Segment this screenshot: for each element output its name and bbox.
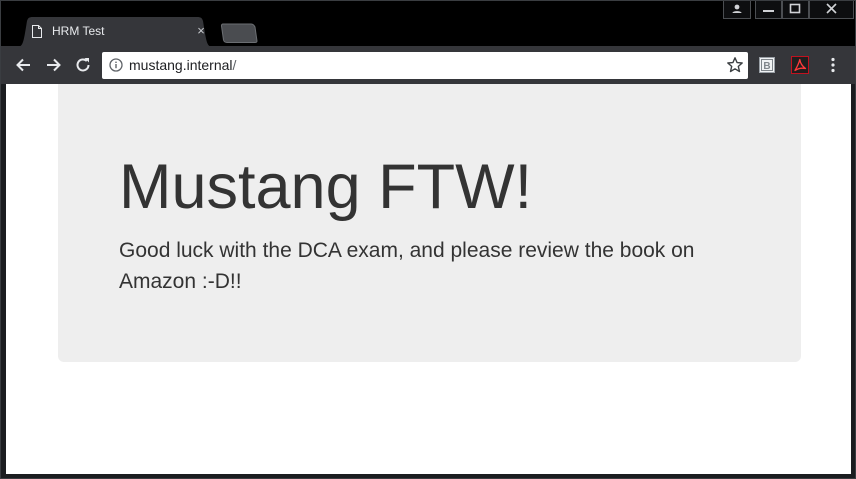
page-message: Good luck with the DCA exam, and please … <box>119 239 695 293</box>
maximize-icon <box>789 3 801 14</box>
star-icon[interactable] <box>726 56 744 74</box>
url-path: / <box>232 57 237 73</box>
info-icon[interactable] <box>109 58 123 72</box>
svg-text:B: B <box>763 61 770 72</box>
new-tab-button[interactable] <box>219 23 259 43</box>
page-icon <box>32 25 42 38</box>
page-heading: Mustang FTW! <box>119 152 533 222</box>
forward-icon[interactable] <box>43 55 63 75</box>
close-icon <box>826 3 837 14</box>
back-icon[interactable] <box>14 55 34 75</box>
close-window-button[interactable] <box>809 1 854 19</box>
tab-active[interactable]: HRM Test × <box>15 17 215 47</box>
profile-button[interactable] <box>723 1 751 19</box>
tab-title: HRM Test <box>52 24 105 38</box>
menu-icon[interactable] <box>824 56 842 74</box>
tab-close-icon[interactable]: × <box>194 24 208 38</box>
url-host: mustang.internal <box>129 57 233 73</box>
reader-extension-icon[interactable]: B <box>758 56 776 74</box>
maximize-button[interactable] <box>782 1 809 19</box>
pdf-extension-icon[interactable] <box>791 56 809 74</box>
address-bar[interactable]: mustang.internal/ <box>102 52 748 79</box>
browser-toolbar: mustang.internal/ B <box>1 46 855 84</box>
profile-icon <box>732 4 742 13</box>
minimize-icon <box>763 10 774 12</box>
jumbotron: Mustang FTW! Good luck with the DCA exam… <box>58 84 801 362</box>
page-viewport: Mustang FTW! Good luck with the DCA exam… <box>6 84 851 474</box>
tab-shape <box>15 17 215 47</box>
tab-strip: HRM Test × <box>1 1 855 47</box>
browser-window: HRM Test × mustang.internal/ B Mustang F… <box>0 0 856 479</box>
reload-icon[interactable] <box>73 55 93 75</box>
minimize-button[interactable] <box>755 1 782 19</box>
url-text[interactable]: mustang.internal/ <box>129 57 236 73</box>
